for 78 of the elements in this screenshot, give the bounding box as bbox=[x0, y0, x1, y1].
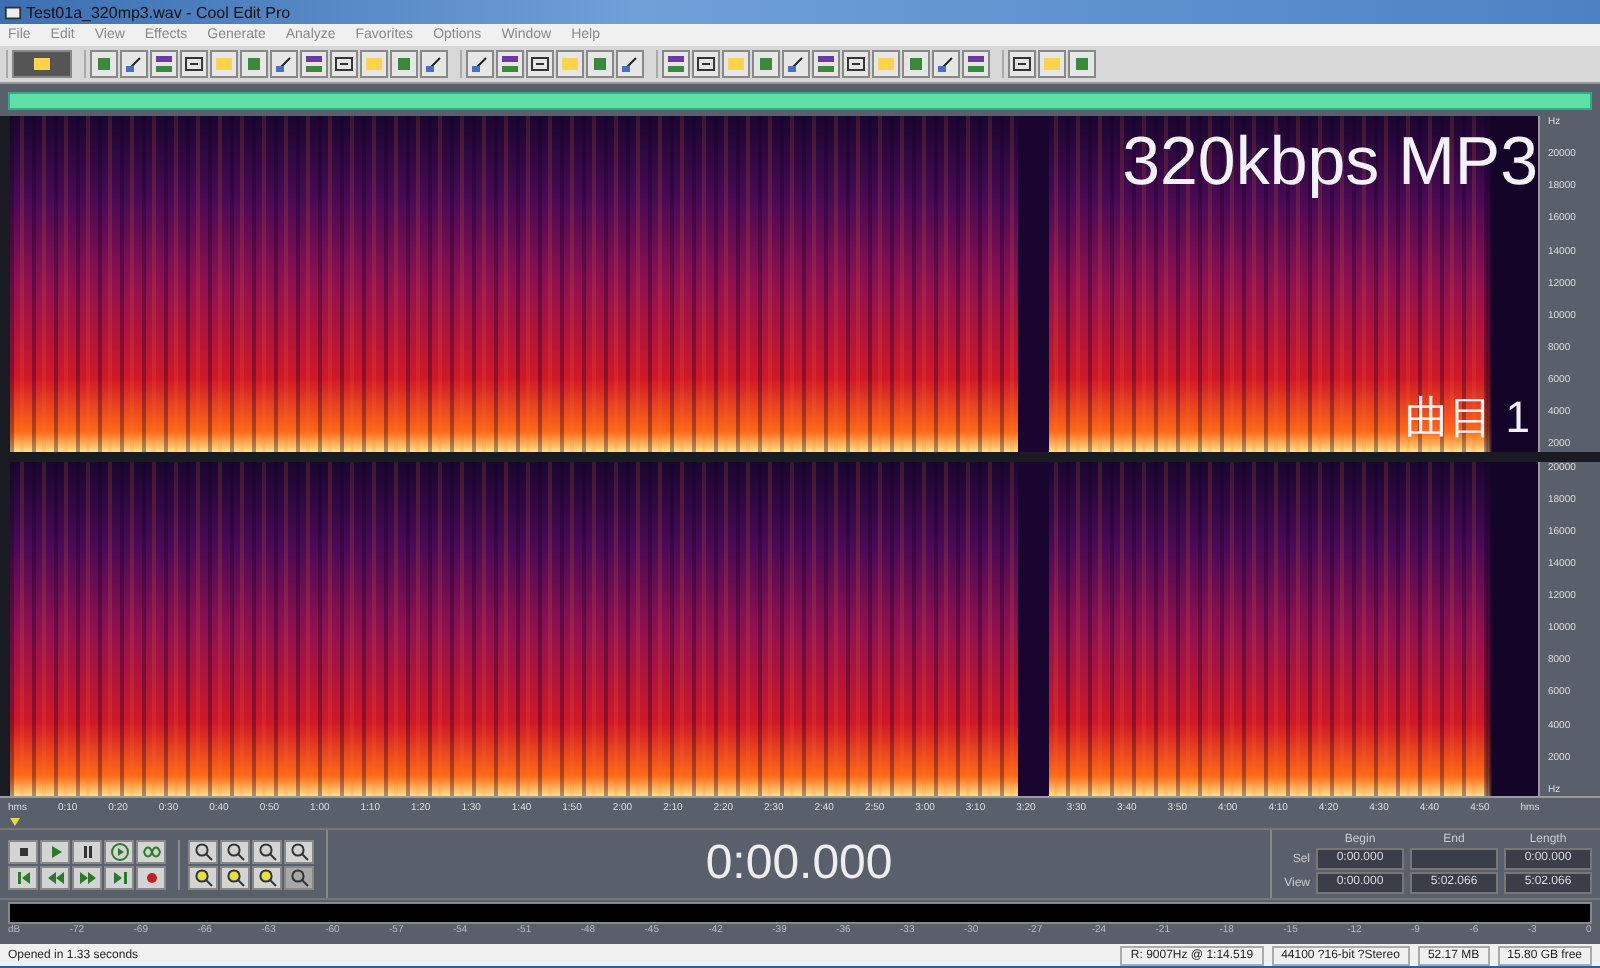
tool-icon bbox=[124, 54, 144, 74]
transport-button[interactable] bbox=[72, 839, 102, 863]
tool-icon bbox=[304, 54, 324, 74]
tool-icon bbox=[274, 54, 294, 74]
tool-icon bbox=[1012, 54, 1032, 74]
toolbar-button[interactable] bbox=[150, 50, 178, 78]
zoom-button[interactable] bbox=[220, 839, 250, 863]
toolbar-button[interactable] bbox=[466, 50, 494, 78]
go-to-start-icon bbox=[13, 867, 33, 887]
tool-icon bbox=[966, 54, 986, 74]
toolbar-button[interactable] bbox=[12, 50, 72, 78]
rewind-icon bbox=[45, 867, 65, 887]
transport-button[interactable] bbox=[72, 865, 102, 889]
loop-icon bbox=[141, 841, 161, 861]
transport-button[interactable] bbox=[136, 865, 166, 889]
fast-forward-icon bbox=[77, 867, 97, 887]
zoom-button[interactable] bbox=[284, 865, 314, 889]
tool-icon bbox=[620, 54, 640, 74]
tool-icon bbox=[936, 54, 956, 74]
transport-button[interactable] bbox=[40, 839, 70, 863]
tool-icon bbox=[816, 54, 836, 74]
zoom-button[interactable] bbox=[284, 839, 314, 863]
tool-icon bbox=[334, 54, 354, 74]
toolbar-button[interactable] bbox=[962, 50, 990, 78]
tool-icon bbox=[696, 54, 716, 74]
overlay-label: 曲目 1 bbox=[1405, 389, 1530, 445]
app-icon bbox=[4, 3, 22, 21]
magnifier-icon bbox=[225, 841, 245, 861]
overlay-title: 320kbps MP3 bbox=[1122, 124, 1538, 202]
toolbar-button[interactable] bbox=[812, 50, 840, 78]
toolbar-button[interactable] bbox=[616, 50, 644, 78]
toolbar-button[interactable] bbox=[300, 50, 328, 78]
transport-button[interactable] bbox=[104, 865, 134, 889]
toolbar-button[interactable] bbox=[526, 50, 554, 78]
tool-icon bbox=[846, 54, 866, 74]
window-title: Test01a_320mp3.wav - Cool Edit Pro bbox=[26, 3, 291, 21]
transport-button[interactable] bbox=[40, 865, 70, 889]
tool-icon bbox=[94, 54, 114, 74]
magnifier-icon bbox=[289, 841, 309, 861]
tool-icon bbox=[424, 54, 444, 74]
zoom-button[interactable] bbox=[220, 865, 250, 889]
tool-icon bbox=[500, 54, 520, 74]
magnifier-icon bbox=[289, 867, 309, 887]
toolbar-button[interactable] bbox=[662, 50, 690, 78]
toolbar-button[interactable] bbox=[496, 50, 524, 78]
toolbar-button[interactable] bbox=[270, 50, 298, 78]
tool-icon bbox=[786, 54, 806, 74]
magnifier-icon bbox=[193, 841, 213, 861]
tool-icon bbox=[184, 54, 204, 74]
zoom-button[interactable] bbox=[252, 865, 282, 889]
toolbar-button[interactable] bbox=[782, 50, 810, 78]
toolbar-button[interactable] bbox=[120, 50, 148, 78]
toolbar-button[interactable] bbox=[692, 50, 720, 78]
zoom-button[interactable] bbox=[188, 865, 218, 889]
record-icon bbox=[141, 867, 161, 887]
tool-icon bbox=[470, 54, 490, 74]
tool-icon bbox=[154, 54, 174, 74]
transport-button[interactable] bbox=[8, 865, 38, 889]
toolbar-button[interactable] bbox=[1008, 50, 1036, 78]
magnifier-icon bbox=[257, 867, 277, 887]
toolbar-button[interactable] bbox=[420, 50, 448, 78]
tool-icon bbox=[530, 54, 550, 74]
toolbar-button[interactable] bbox=[330, 50, 358, 78]
time-value: 0:00.000 bbox=[705, 836, 893, 892]
magnifier-icon bbox=[225, 867, 245, 887]
zoom-button[interactable] bbox=[188, 839, 218, 863]
transport-button[interactable] bbox=[104, 839, 134, 863]
magnifier-icon bbox=[193, 867, 213, 887]
go-to-end-icon bbox=[109, 867, 129, 887]
zoom-button[interactable] bbox=[252, 839, 282, 863]
transport-button[interactable] bbox=[8, 839, 38, 863]
tool-icon bbox=[666, 54, 686, 74]
toolbar-button[interactable] bbox=[180, 50, 208, 78]
toolbar-button[interactable] bbox=[842, 50, 870, 78]
transport-button[interactable] bbox=[136, 839, 166, 863]
toolbar-button[interactable] bbox=[932, 50, 960, 78]
magnifier-icon bbox=[257, 841, 277, 861]
time-field[interactable] bbox=[1410, 848, 1498, 870]
